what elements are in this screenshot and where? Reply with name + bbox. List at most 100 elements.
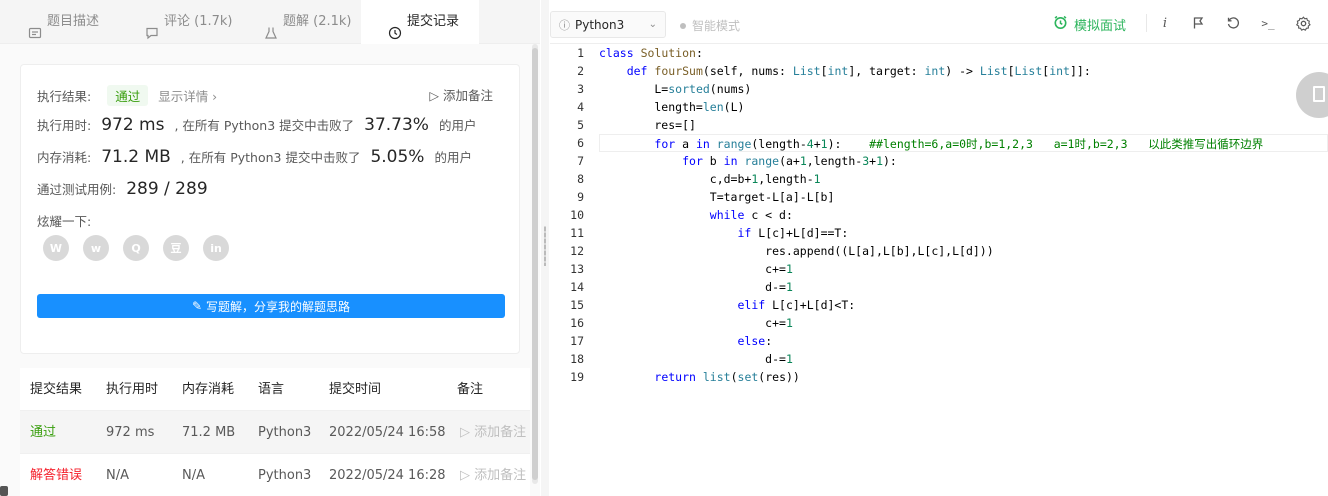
reset-icon[interactable]	[1225, 15, 1241, 31]
line-number: 19	[570, 370, 584, 384]
row-note-label: 添加备注	[474, 468, 527, 483]
runtime-suffix: 的用户	[438, 118, 477, 133]
qq-icon[interactable]: Q	[123, 235, 149, 261]
tab-comments[interactable]: 评论 (1.7k)	[145, 0, 232, 44]
code-line[interactable]: L=sorted(nums)	[599, 82, 751, 96]
language-value: Python3	[575, 17, 625, 32]
smart-mode-toggle[interactable]: 智能模式	[680, 17, 740, 34]
corner-handle	[0, 486, 8, 496]
tab-solutions-label: 题解 (2.1k)	[283, 14, 352, 29]
tab-description[interactable]: 题目描述	[28, 0, 99, 44]
write-solution-label: 写题解，分享我的解题思路	[206, 299, 351, 314]
table-row[interactable]: 通过 972 ms 71.2 MB Python3 2022/05/24 16:…	[20, 411, 530, 454]
flag-icon[interactable]	[1190, 15, 1206, 31]
info-italic-icon[interactable]: i	[1157, 15, 1173, 31]
left-scrollbar-thumb[interactable]	[532, 48, 538, 480]
code-line[interactable]: for a in range(length-4+1): ##length=6,a…	[599, 136, 1263, 152]
code-line[interactable]: c,d=b+1,length-1	[599, 172, 821, 186]
chevron-down-icon: ⌄	[648, 19, 657, 30]
row-add-note[interactable]: ▷ 添加备注	[460, 454, 530, 496]
language-select[interactable]: ⓘ Python3 ⌄	[550, 11, 666, 38]
write-solution-button[interactable]: ✎ 写题解，分享我的解题思路	[37, 294, 505, 318]
exec-result-row: 执行结果: 通过 显示详情 ›	[37, 85, 217, 106]
line-number: 5	[577, 118, 584, 132]
add-note-label: 添加备注	[442, 88, 493, 103]
share-buttons: W w Q 豆 in	[43, 235, 229, 261]
line-number: 13	[570, 262, 584, 276]
table-header: 提交结果 执行用时 内存消耗 语言 提交时间 备注	[20, 368, 530, 411]
terminal-icon[interactable]: >_	[1260, 15, 1276, 31]
code-line[interactable]: c+=1	[599, 316, 793, 330]
line-number: 12	[570, 244, 584, 258]
code-line[interactable]: def fourSum(self, nums: List[int], targe…	[599, 64, 1091, 78]
bookmark-icon	[1313, 86, 1325, 102]
comment-icon	[145, 15, 159, 40]
code-line[interactable]: while c < d:	[599, 208, 793, 222]
tests-value: 289 / 289	[126, 179, 208, 199]
settings-icon[interactable]	[1295, 15, 1311, 31]
runtime-value: 972 ms	[101, 115, 165, 135]
row-runtime: 972 ms	[106, 425, 155, 440]
table-row[interactable]: 解答错误 N/A N/A Python3 2022/05/24 16:28 ▷ …	[20, 454, 530, 496]
code-line[interactable]: c+=1	[599, 262, 793, 276]
mock-interview-button[interactable]: 模拟面试	[1053, 15, 1126, 34]
code-line[interactable]: class Solution:	[599, 46, 703, 60]
code-line[interactable]: return list(set(res))	[599, 370, 799, 384]
line-number: 15	[570, 298, 584, 312]
code-editor[interactable]: 1 2 3 4 5 6 7 8 9 10 11 12 13 14 15 16 17 18 19 class Solu…	[550, 44, 1328, 496]
line-number: 3	[577, 82, 584, 96]
flag-icon: ▷	[460, 468, 475, 483]
linkedin-icon[interactable]: in	[203, 235, 229, 261]
row-add-note[interactable]: ▷ 添加备注	[460, 411, 530, 454]
code-line[interactable]: for b in range(a+1,length-3+1):	[599, 154, 897, 168]
memory-suffix: 的用户	[434, 150, 472, 165]
code-line[interactable]: length=len(L)	[599, 100, 744, 114]
code-line[interactable]: T=target-L[a]-L[b]	[599, 190, 835, 204]
memory-text: , 在所有 Python3 提交中击败了	[180, 150, 361, 165]
smart-mode-label: 智能模式	[692, 19, 741, 33]
tab-solutions[interactable]: 题解 (2.1k)	[264, 0, 351, 44]
line-number: 16	[570, 316, 584, 330]
code-line[interactable]: res=[]	[599, 118, 696, 132]
code-line[interactable]: if L[c]+L[d]==T:	[599, 226, 848, 240]
clock-icon	[388, 15, 402, 39]
show-details-link[interactable]: 显示详情 ›	[158, 89, 217, 104]
row-status[interactable]: 通过	[30, 411, 56, 454]
exec-result-label: 执行结果:	[37, 89, 92, 104]
header-status: 提交结果	[30, 382, 83, 397]
editor-panel: ⓘ Python3 ⌄ 智能模式 模拟面试 i >_ 1 2 3 4 5 6 7…	[550, 0, 1328, 496]
code-line[interactable]: res.append((L[a],L[b],L[c],L[d]))	[599, 244, 994, 258]
weibo-icon[interactable]: w	[83, 235, 109, 261]
line-number: 4	[577, 100, 584, 114]
result-card: 执行结果: 通过 显示详情 › ▷ 添加备注 执行用时: 972 ms , 在所…	[20, 64, 520, 354]
runtime-text: , 在所有 Python3 提交中击败了	[174, 118, 355, 133]
code-line[interactable]: d-=1	[599, 352, 793, 366]
row-language: Python3	[258, 468, 312, 483]
line-number: 17	[570, 334, 584, 348]
row-language: Python3	[258, 425, 312, 440]
runtime-row: 执行用时: 972 ms , 在所有 Python3 提交中击败了 37.73%…	[37, 115, 476, 135]
runtime-label: 执行用时:	[37, 118, 92, 133]
douban-icon[interactable]: 豆	[163, 235, 189, 261]
add-note-button[interactable]: ▷ 添加备注	[429, 85, 493, 104]
header-memory: 内存消耗	[182, 382, 235, 397]
code-line[interactable]: else:	[599, 334, 772, 348]
alarm-clock-icon	[1053, 15, 1068, 34]
mock-interview-label: 模拟面试	[1074, 19, 1127, 34]
pencil-icon: ✎	[191, 299, 203, 313]
tab-submissions[interactable]: 提交记录	[361, 0, 479, 44]
description-icon	[28, 15, 42, 39]
line-number: 11	[570, 226, 584, 240]
toolbar-divider	[1146, 14, 1147, 32]
memory-percent: 5.05%	[370, 147, 425, 167]
flag-icon: ▷	[429, 88, 439, 103]
splitter-grip-icon[interactable]	[544, 226, 546, 266]
code-line[interactable]: elif L[c]+L[d]<T:	[599, 298, 855, 312]
row-time: 2022/05/24 16:58	[329, 425, 446, 440]
tab-bar: 题目描述 评论 (1.7k) 题解 (2.1k) 提交记录	[0, 0, 540, 44]
wechat-icon[interactable]: W	[43, 235, 69, 261]
code-line[interactable]: d-=1	[599, 280, 793, 294]
row-status[interactable]: 解答错误	[30, 454, 82, 496]
flag-icon: ▷	[460, 425, 475, 440]
line-number: 8	[577, 172, 584, 186]
